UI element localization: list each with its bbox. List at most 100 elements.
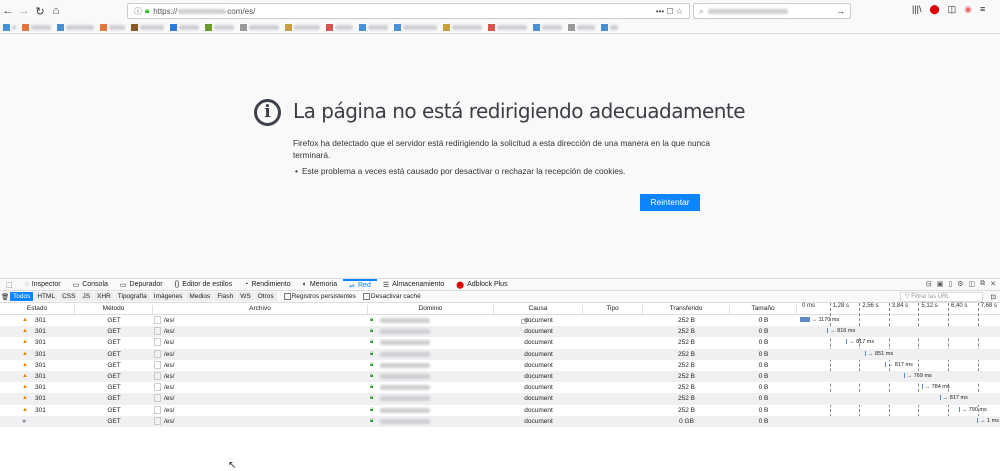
table-row[interactable]: ▲ 301 GET/es/ 🔒︎ document 252 B 0 B → 790 ms bbox=[0, 405, 1000, 416]
forward-icon[interactable]: → bbox=[16, 5, 32, 17]
back-icon[interactable]: ← bbox=[0, 5, 16, 17]
adblock-icon[interactable]: ⬤ bbox=[930, 4, 940, 15]
settings-icon[interactable]: ⚙ bbox=[957, 280, 963, 288]
domain-redacted bbox=[380, 351, 430, 357]
column-header-método[interactable]: Método bbox=[75, 305, 153, 315]
table-row[interactable]: ▲ 301 GET/es/ 🔒︎ document 252 B 0 B → 817 ms bbox=[0, 337, 1000, 348]
cause: document bbox=[524, 384, 553, 392]
column-header-tipo[interactable]: Tipo bbox=[583, 305, 643, 315]
column-header-transferido[interactable]: Transferido bbox=[643, 305, 730, 315]
toggle-details-icon[interactable]: ⊡ bbox=[991, 293, 996, 301]
bookmark-item[interactable] bbox=[285, 24, 320, 31]
bookmark-item[interactable] bbox=[488, 24, 527, 31]
filter-tipografía[interactable]: Tipografía bbox=[114, 292, 150, 301]
filter-xhr[interactable]: XHR bbox=[94, 292, 114, 301]
bookmark-item[interactable] bbox=[131, 24, 164, 31]
method: GET bbox=[107, 328, 121, 336]
bookmark-item[interactable] bbox=[22, 24, 51, 31]
persist-logs-checkbox[interactable]: Registros persistentes bbox=[283, 293, 356, 300]
status-code: 301 bbox=[35, 361, 46, 369]
bookmark-item[interactable] bbox=[3, 24, 16, 31]
filter-js[interactable]: JS bbox=[79, 292, 94, 301]
tab-editor-de-estilos[interactable]: {} Editor de estilos bbox=[169, 279, 239, 291]
tab-depurador[interactable]: ▭ Depurador bbox=[114, 279, 169, 291]
close-icon[interactable]: ✕ bbox=[990, 280, 996, 288]
pick-element-icon[interactable]: ⬚ bbox=[0, 279, 19, 291]
extension-icon[interactable]: ◉ bbox=[964, 4, 972, 15]
home-icon[interactable]: ⌂ bbox=[48, 5, 64, 17]
column-header-tamaño[interactable]: Tamaño bbox=[730, 305, 797, 315]
bookmark-item[interactable] bbox=[170, 24, 199, 31]
go-arrow-icon[interactable]: → bbox=[836, 6, 845, 16]
status-code: 301 bbox=[35, 395, 46, 403]
filter-flash[interactable]: Flash bbox=[214, 292, 237, 301]
tab-inspector[interactable]: ◌ Inspector bbox=[19, 279, 67, 291]
retry-button[interactable]: Reintentar bbox=[640, 194, 700, 211]
filter-html[interactable]: HTML bbox=[34, 292, 59, 301]
library-icon[interactable]: |||\ bbox=[912, 4, 922, 15]
tab-almacenamiento[interactable]: ☰ Almacenamiento bbox=[377, 279, 450, 291]
table-row[interactable]: ▲ 301 GET/es/ 🔒︎ document 252 B 0 B → 817 ms bbox=[0, 393, 1000, 405]
bookmark-item[interactable] bbox=[240, 24, 279, 31]
filter-medios[interactable]: Medios bbox=[186, 292, 214, 301]
cause: document bbox=[524, 317, 553, 324]
lock-icon: 🔒︎ bbox=[370, 328, 374, 335]
bookmark-item[interactable] bbox=[568, 24, 595, 31]
filter-otros[interactable]: Otros bbox=[254, 292, 277, 301]
responsive-icon[interactable]: ▯ bbox=[948, 280, 952, 288]
table-row[interactable]: ▲ 301 GET/es/ 🔒︎ document 252 B 0 B → 816 ms bbox=[0, 326, 1000, 338]
dock-icon[interactable]: ⊟ bbox=[926, 280, 932, 288]
table-row[interactable]: ▲ 301 GET/es/ 🔒︎ document 252 B 0 B → 851 ms bbox=[0, 348, 1000, 360]
column-header-estado[interactable]: Estado bbox=[0, 305, 75, 315]
bookmark-item[interactable] bbox=[326, 24, 353, 31]
filter-ws[interactable]: WS bbox=[237, 292, 254, 301]
tab-consola[interactable]: ▭ Consola bbox=[67, 279, 114, 291]
filter-todos[interactable]: Todos bbox=[10, 292, 34, 301]
bookmark-icon bbox=[170, 24, 177, 31]
table-row[interactable]: ▲ 301 GET/es/ 🔒︎ document 252 B 0 B → 769 ms bbox=[0, 371, 1000, 383]
reload-icon[interactable]: ↻ bbox=[32, 5, 48, 18]
bookmark-item[interactable] bbox=[394, 24, 437, 31]
undock-icon[interactable]: ⧉ bbox=[980, 280, 985, 288]
filter-imágenes[interactable]: Imágenes bbox=[150, 292, 186, 301]
bookmark-item[interactable] bbox=[359, 24, 388, 31]
bookmark-item[interactable] bbox=[443, 24, 482, 31]
bookmark-label-redacted bbox=[610, 25, 618, 30]
bookmark-item[interactable] bbox=[57, 24, 94, 31]
info-icon[interactable]: ⓘ bbox=[134, 6, 142, 17]
menu-icon[interactable]: ≡ bbox=[980, 4, 985, 15]
url-bar[interactable]: ⓘ 🔒︎ https:// com/es/ ••• ☐ ☆ bbox=[127, 3, 690, 19]
filter-css[interactable]: CSS bbox=[59, 292, 79, 301]
lock-icon: 🔒︎ bbox=[145, 6, 150, 15]
column-header-causa[interactable]: Causa bbox=[494, 305, 583, 315]
column-header-archivo[interactable]: Archivo bbox=[153, 305, 368, 315]
tab-icon: ▭ bbox=[119, 281, 127, 289]
size: 0 B bbox=[758, 350, 769, 358]
page-actions-icons[interactable]: ••• ☐ ☆ bbox=[656, 7, 683, 16]
table-row[interactable]: ● GET/es/ 🔒︎ document 0 GB 0 B → 1 ms bbox=[0, 415, 1000, 427]
console-icon[interactable]: ▣ bbox=[937, 280, 944, 288]
sidebar-icon[interactable]: ◫ bbox=[948, 4, 957, 15]
method: GET bbox=[107, 417, 121, 425]
tab-red[interactable]: ⇌ Red bbox=[343, 278, 377, 291]
timing-bar bbox=[921, 384, 923, 390]
bookmark-item[interactable] bbox=[533, 24, 562, 31]
bookmark-item[interactable] bbox=[100, 24, 125, 31]
table-row[interactable]: ▲ 301 GET/es/🔒︎ ▢ document 252 B0 B → 1170 ms bbox=[0, 315, 1000, 326]
tab-rendimiento[interactable]: ◔ Rendimiento bbox=[238, 279, 297, 291]
bookmark-item[interactable] bbox=[205, 24, 234, 31]
tab-adblock-plus[interactable]: ⬤ Adblock Plus bbox=[450, 279, 513, 291]
column-header-dominio[interactable]: Dominio bbox=[368, 305, 494, 315]
disable-cache-checkbox[interactable]: Desactivar caché bbox=[362, 293, 421, 300]
file-icon bbox=[154, 383, 161, 392]
trash-icon[interactable]: 🗑︎ bbox=[1, 293, 9, 301]
url-filter-input[interactable]: ▽ Filtrar las URL bbox=[900, 292, 983, 302]
tab-memoria[interactable]: ◐ Memoria bbox=[297, 279, 343, 291]
search-bar[interactable]: ⌕ → bbox=[693, 3, 851, 19]
split-icon[interactable]: ◫ bbox=[969, 280, 976, 288]
table-row[interactable]: ▲ 301 GET/es/ 🔒︎ document 252 B 0 B → 817 ms bbox=[0, 360, 1000, 371]
table-row[interactable]: ▲ 301 GET/es/ 🔒︎ document 252 B 0 B → 784 ms bbox=[0, 382, 1000, 393]
bookmark-label-redacted bbox=[179, 25, 199, 30]
bookmark-label-redacted bbox=[294, 25, 320, 30]
bookmark-item[interactable] bbox=[601, 24, 618, 31]
